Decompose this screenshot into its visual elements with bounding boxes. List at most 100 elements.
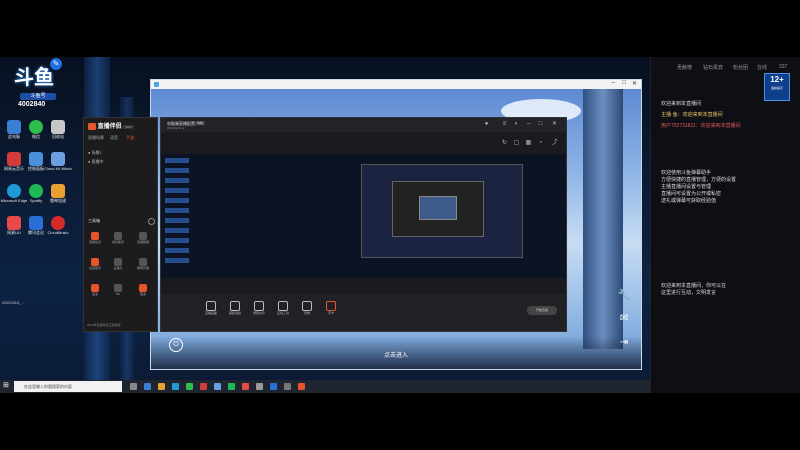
start-stream-button[interactable]: 开始直播 — [527, 306, 557, 315]
minimize-icon[interactable]: – — [525, 121, 532, 128]
app-icon[interactable] — [270, 383, 277, 390]
app-icon[interactable] — [298, 383, 305, 390]
douyu-room-id: 4002840 — [18, 101, 46, 108]
edge-icon[interactable] — [172, 383, 179, 390]
tool-item[interactable]: 直播任务 — [88, 232, 102, 250]
bottom-button[interactable]: 屏幕共享 — [249, 301, 269, 316]
wechat-icon — [29, 120, 43, 134]
desktop-icon[interactable]: Cloud Kit Windows... — [44, 152, 72, 180]
bottom-button[interactable]: 声卡 — [321, 301, 341, 316]
nested-preview — [419, 196, 457, 220]
refresh-icon[interactable]: ↻ — [501, 140, 508, 147]
bottom-button[interactable]: 互动工具 — [273, 301, 293, 316]
scene-row[interactable]: ● 场景1 — [88, 150, 102, 156]
grid-icon[interactable]: ▦ — [525, 140, 532, 147]
toolbox-title: 工具箱 — [88, 218, 100, 223]
notice-line: 欢迎来到本直播间，你可以在 — [661, 283, 727, 289]
bell-icon[interactable]: ◔ — [537, 140, 544, 147]
task-view-icon[interactable] — [130, 383, 137, 390]
avatar[interactable]: ● — [483, 121, 490, 128]
tower-shape — [583, 89, 623, 349]
folder-icon[interactable] — [158, 383, 165, 390]
header-sub: 2022/11/13 ● — [167, 126, 185, 130]
age-badge-sub: 适龄提示 — [770, 86, 783, 90]
chat-tab[interactable]: 在线 — [757, 64, 767, 71]
explorer-icon[interactable] — [144, 383, 151, 390]
close-icon[interactable]: ✕ — [632, 80, 637, 87]
settings-icon[interactable] — [148, 218, 155, 225]
exit-icon[interactable]: ⇥ — [617, 336, 631, 350]
scene-row[interactable]: ● 直播中 — [88, 159, 104, 165]
notice-line: 主播直播间设置与管理 — [661, 184, 712, 190]
notice-line: 这里进行互动，文明发言 — [661, 290, 717, 296]
app-icon[interactable] — [284, 383, 291, 390]
version-badge: V6.2 — [123, 125, 134, 129]
tab-mobile[interactable]: 手游 — [126, 135, 134, 141]
desktop-icon-label: 雷神加速 — [50, 198, 66, 203]
enter-label[interactable]: 点击进入 — [151, 350, 641, 359]
tool-item[interactable]: 连麦 — [88, 284, 102, 302]
maximize-icon[interactable]: □ — [537, 121, 544, 128]
enter-bar[interactable]: 点击进入 — [151, 336, 641, 369]
camera-icon[interactable]: ▢ — [513, 140, 520, 147]
desktop-file-label[interactable]: 20221113_... — [2, 300, 25, 305]
bottom-notice: 欢迎来到本直播间，你可以在 这里进行互动，文明发言 — [661, 283, 796, 297]
chat-tab[interactable]: 237 — [779, 64, 787, 70]
stream-app-main: 电脑端直播配置 电脑 2022/11/13 ● ↻ ▢ ▦ ◔ ⤴ ● ≡ ◐ … — [160, 117, 567, 332]
power-icon[interactable]: ⏻ — [169, 338, 183, 352]
taskbar-search-input[interactable]: 在这里输入你要搜索的内容 — [14, 381, 122, 392]
control-panel-icon — [29, 152, 43, 166]
tab-voice[interactable]: 语音 — [110, 135, 118, 141]
chat-tab[interactable]: 粉丝团 — [733, 64, 748, 71]
notice-line: 欢迎使用斗鱼弹幕助手 — [661, 170, 712, 176]
stream-preview[interactable] — [161, 154, 566, 278]
desktop-icon[interactable]: 雷神加速 — [44, 184, 72, 212]
tool-item[interactable]: 房管助手 — [111, 232, 125, 250]
close-icon[interactable]: ✕ — [551, 121, 558, 128]
skin-icon[interactable]: ◐ — [513, 121, 520, 128]
app-brand: 直播伴侣 V6.2 — [88, 121, 152, 131]
stream-app-sidebar: 直播伴侣 V6.2 直播场景 语音 手游 ● 场景1 ● 直播中 工具箱 直播任… — [83, 117, 158, 332]
desktop-icon[interactable]: CloudMusic — [44, 216, 72, 244]
bottom-button[interactable]: 音效 — [297, 301, 317, 316]
pin-icon: ✎ — [50, 58, 62, 70]
mail-icon[interactable]: ✉ — [617, 312, 631, 326]
bottom-button[interactable]: 直播画面 — [201, 301, 221, 316]
bottom-button[interactable]: 美颜滤镜 — [225, 301, 245, 316]
app-footer: 2022年直播伴侣正版授权 — [87, 323, 121, 327]
chat-tab[interactable]: 贡献榜 — [677, 64, 692, 71]
tool-item[interactable]: 弹幕管理 — [136, 258, 150, 276]
app-icon[interactable] — [256, 383, 263, 390]
tool-item[interactable]: 设置助手 — [88, 258, 102, 276]
app-icon[interactable] — [214, 383, 221, 390]
wrench-icon[interactable]: 🔧 — [617, 289, 631, 303]
tool-item[interactable]: 主播分 — [111, 258, 125, 276]
chat-message: 主播·鱼：欢迎来到本直播间 — [661, 112, 723, 118]
desktop-icon-grid: 此电脑 微信 回收站 网易云音乐 控制面板 Cloud Kit Windows.… — [0, 110, 80, 340]
wechat-icon[interactable] — [186, 383, 193, 390]
tool-item[interactable]: 更多 — [136, 284, 150, 302]
spotify-icon[interactable] — [228, 383, 235, 390]
desktop-icon-label: CloudMusic — [47, 230, 69, 235]
chat-tab[interactable]: 钻石贵宾 — [703, 64, 723, 71]
tab-scene[interactable]: 直播场景 — [88, 135, 104, 141]
minimize-icon[interactable]: – — [612, 80, 615, 86]
header-tag: 电脑 — [195, 121, 206, 125]
chat-message: 用户752731811：欢迎来到本直播间 — [661, 123, 741, 129]
windows-start-icon[interactable]: ⊞ — [3, 382, 11, 390]
music-icon — [7, 152, 21, 166]
app-icon[interactable] — [242, 383, 249, 390]
music-icon[interactable] — [200, 383, 207, 390]
desktop-icon[interactable]: 回收站 — [44, 120, 72, 148]
thunder-icon — [51, 184, 65, 198]
douyu-logo-mark: 斗鱼 — [14, 65, 54, 89]
tool-item[interactable]: 直播数据 — [136, 232, 150, 250]
share-icon[interactable]: ⤴ — [551, 140, 558, 147]
age-badge: 12+ 适龄提示 — [764, 73, 790, 101]
tool-item[interactable]: PK — [111, 284, 125, 302]
preview-desktop-icons — [165, 158, 189, 268]
maximize-icon[interactable]: □ — [622, 80, 626, 86]
menu-icon[interactable]: ≡ — [501, 121, 508, 128]
window-titlebar[interactable]: – □ ✕ — [151, 80, 641, 89]
nested-preview — [361, 164, 523, 258]
